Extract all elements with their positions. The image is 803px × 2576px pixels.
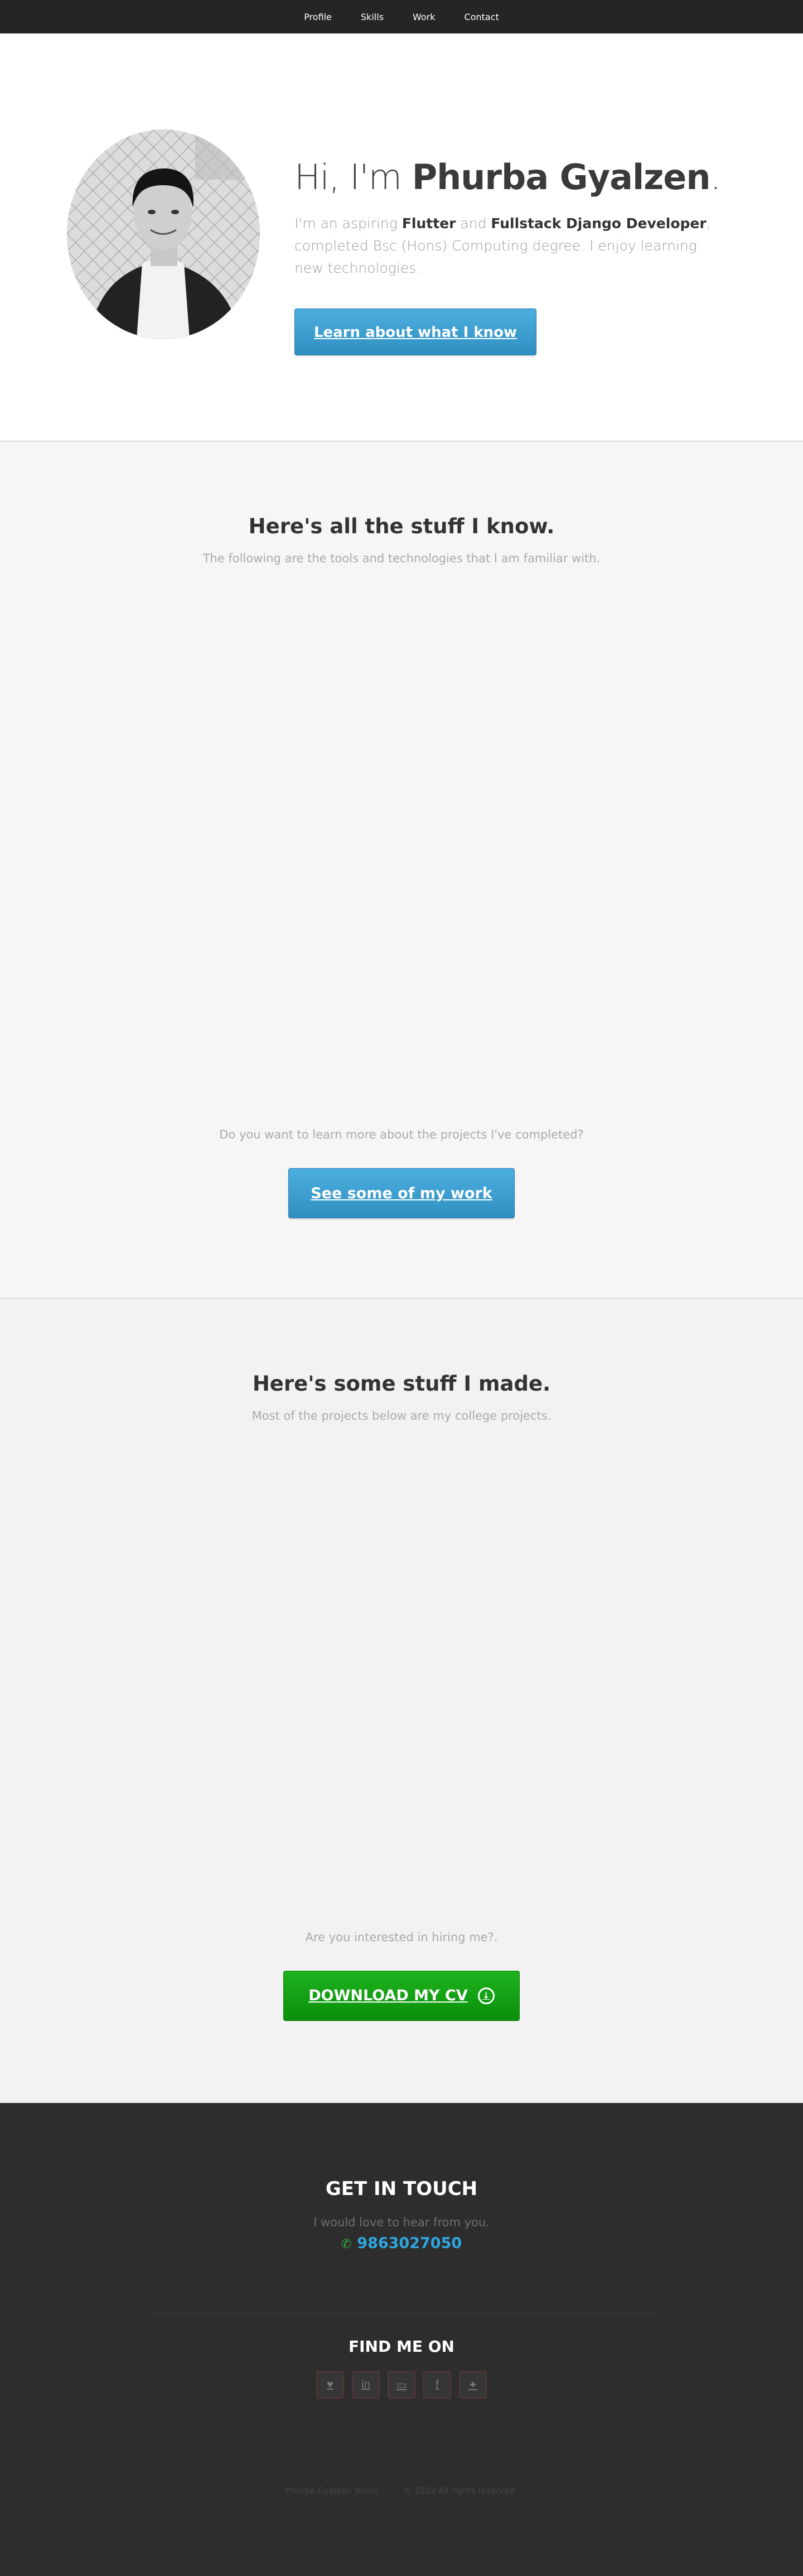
get-in-touch-heading: GET IN TOUCH — [325, 2178, 478, 2200]
nav-profile[interactable]: Profile — [289, 12, 346, 22]
hero-name: Phurba Gyalzen — [412, 157, 711, 197]
love-text: I would love to hear from you. — [313, 2216, 490, 2229]
laptop-icon[interactable]: ▭ — [388, 2371, 415, 2399]
profile-photo — [67, 129, 260, 339]
work-section: Here's some stuff I made. Most of the pr… — [0, 1299, 803, 2103]
download-icon: ↓ — [477, 1988, 495, 2004]
facebook-icon[interactable]: f — [423, 2371, 451, 2399]
skills-prompt: Do you want to learn more about the proj… — [219, 1128, 584, 1141]
download-cv-button[interactable]: DOWNLOAD MY CV ↓ — [283, 1971, 520, 2021]
copyright-text: © 2022 All rights reserved. — [403, 2486, 517, 2496]
linkedin-icon[interactable]: in — [352, 2371, 380, 2399]
phone-link[interactable]: ✆ 9863027050 — [0, 2235, 803, 2252]
see-work-button[interactable]: See some of my work — [288, 1168, 515, 1218]
skills-section: Here's all the stuff I know. The followi… — [0, 442, 803, 1299]
learn-more-button[interactable]: Learn about what I know — [294, 308, 536, 356]
download-cv-label: DOWNLOAD MY CV — [308, 1987, 468, 2004]
copyright: Phurba Gyalzen Yolmo © 2022 All rights re… — [0, 2486, 803, 2496]
hero-title: Hi, I'm Phurba Gyalzen. — [294, 157, 721, 197]
django-highlight: Fullstack Django Developer — [491, 215, 707, 232]
heart-icon[interactable]: ♥ — [316, 2371, 344, 2399]
skills-title: Here's all the stuff I know. — [248, 514, 555, 538]
footer: GET IN TOUCH I would love to hear from y… — [0, 2103, 803, 2575]
hero-description: I'm an aspiring Flutter and Fullstack Dj… — [294, 215, 711, 277]
phone-number: 9863027050 — [357, 2235, 462, 2252]
work-title: Here's some stuff I made. — [252, 1372, 551, 1396]
flutter-highlight: Flutter — [402, 215, 456, 232]
nav-skills[interactable]: Skills — [346, 12, 398, 22]
social-links: ♥ in ▭ f ✦ — [0, 2371, 803, 2399]
top-nav: Profile Skills Work Contact — [0, 0, 803, 33]
hire-prompt: Are you interested in hiring me?. — [305, 1931, 498, 1944]
avatar — [67, 129, 260, 339]
work-subtitle: Most of the projects below are my colleg… — [251, 1409, 552, 1422]
find-me-heading: FIND ME ON — [349, 2337, 454, 2356]
skills-subtitle: The following are the tools and technolo… — [202, 552, 601, 565]
phone-icon: ✆ — [341, 2237, 352, 2251]
copyright-name: Phurba Gyalzen Yolmo — [286, 2486, 379, 2496]
twitter-icon[interactable]: ✦ — [459, 2371, 487, 2399]
nav-contact[interactable]: Contact — [450, 12, 514, 22]
nav-work[interactable]: Work — [398, 12, 450, 22]
hero-section: Hi, I'm Phurba Gyalzen. I'm an aspiring … — [0, 33, 803, 442]
hero-text: Hi, I'm Phurba Gyalzen. I'm an aspiring … — [294, 157, 729, 356]
